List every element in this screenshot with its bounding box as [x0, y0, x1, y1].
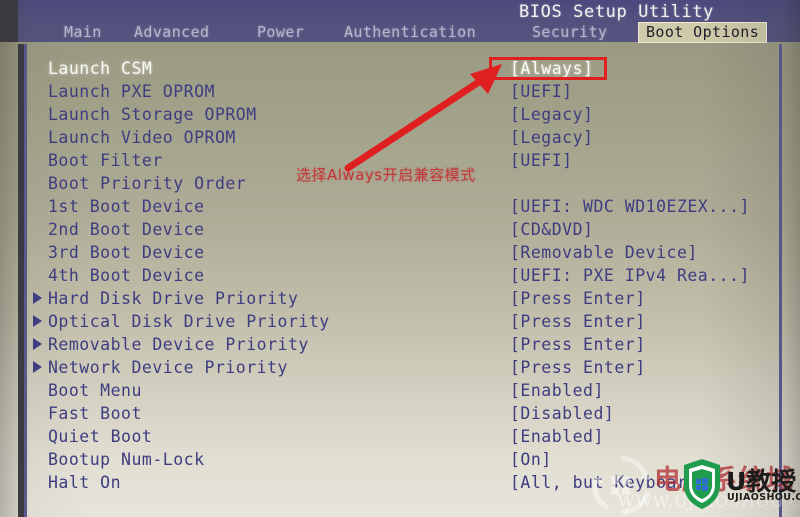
- setting-value[interactable]: [UEFI]: [510, 81, 573, 103]
- setting-value[interactable]: [UEFI: WDC WD10EZEX...]: [510, 196, 750, 218]
- setting-label: Launch Storage OPROM: [48, 105, 257, 124]
- setting-value[interactable]: [Press Enter]: [510, 334, 646, 356]
- setting-value[interactable]: [All, but Keyboard]: [510, 472, 708, 494]
- setting-value[interactable]: [Press Enter]: [510, 311, 646, 333]
- setting-label: Quiet Boot: [48, 427, 153, 446]
- setting-row[interactable]: Fast Boot [Disabled]: [0, 403, 800, 426]
- setting-value[interactable]: [UEFI: PXE IPv4 Rea...]: [510, 265, 750, 287]
- setting-row[interactable]: Boot Menu [Enabled]: [0, 380, 800, 403]
- setting-value[interactable]: [Press Enter]: [510, 357, 646, 379]
- setting-value[interactable]: [Disabled]: [510, 403, 614, 425]
- setting-row[interactable]: Launch CSM [Always]: [0, 58, 800, 81]
- submenu-triangle-icon: [33, 292, 42, 304]
- submenu-triangle-icon: [33, 338, 42, 350]
- setting-label: Launch CSM: [48, 59, 153, 78]
- watermark-brand-sub: UJIAOSHOU.COM: [727, 492, 800, 503]
- setting-value[interactable]: [CD&DVD]: [510, 219, 593, 241]
- settings-list: Launch CSM [Always] Launch PXE OPROM [UEFI]…: [0, 0, 800, 517]
- setting-row[interactable]: 3rd Boot Device [Removable Device]: [0, 242, 800, 265]
- setting-label: Launch PXE OPROM: [48, 82, 215, 101]
- bios-screen: BIOS Setup Utility Main Advanced Power Auth…: [0, 0, 800, 517]
- setting-row[interactable]: Quiet Boot [Enabled]: [0, 426, 800, 449]
- setting-label: Optical Disk Drive Priority: [48, 312, 330, 331]
- setting-label: Hard Disk Drive Priority: [48, 289, 299, 308]
- setting-value[interactable]: [UEFI]: [510, 150, 573, 172]
- setting-row[interactable]: Removable Device Priority [Press Enter]: [0, 334, 800, 357]
- setting-row[interactable]: 4th Boot Device [UEFI: PXE IPv4 Rea...]: [0, 265, 800, 288]
- setting-label: Boot Priority Order: [48, 174, 247, 193]
- setting-row[interactable]: Halt On [All, but Keyboard]: [0, 472, 800, 495]
- setting-value[interactable]: [Enabled]: [510, 426, 604, 448]
- setting-label: Halt On: [48, 473, 122, 492]
- setting-label: 4th Boot Device: [48, 266, 205, 285]
- setting-row[interactable]: Launch Storage OPROM [Legacy]: [0, 104, 800, 127]
- setting-label: Fast Boot: [48, 404, 142, 423]
- setting-value[interactable]: [On]: [510, 449, 552, 471]
- setting-value[interactable]: [Press Enter]: [510, 288, 646, 310]
- setting-row[interactable]: Network Device Priority [Press Enter]: [0, 357, 800, 380]
- setting-value[interactable]: [Enabled]: [510, 380, 604, 402]
- setting-row[interactable]: Bootup Num-Lock [On]: [0, 449, 800, 472]
- setting-value[interactable]: [Removable Device]: [510, 242, 698, 264]
- annotation-text: 选择Always开启兼容模式: [296, 166, 476, 184]
- setting-label: Boot Filter: [48, 151, 163, 170]
- setting-row[interactable]: 1st Boot Device [UEFI: WDC WD10EZEX...]: [0, 196, 800, 219]
- setting-value[interactable]: [Legacy]: [510, 104, 593, 126]
- annotation-highlight-box: [489, 57, 607, 80]
- setting-label: Boot Menu: [48, 381, 142, 400]
- shield-logo-icon: [684, 459, 720, 509]
- setting-label: Bootup Num-Lock: [48, 450, 205, 469]
- submenu-triangle-icon: [33, 361, 42, 373]
- submenu-triangle-icon: [33, 315, 42, 327]
- setting-label: 1st Boot Device: [48, 197, 205, 216]
- setting-label: 2nd Boot Device: [48, 220, 205, 239]
- setting-row[interactable]: 2nd Boot Device [CD&DVD]: [0, 219, 800, 242]
- setting-row[interactable]: Optical Disk Drive Priority [Press Enter]: [0, 311, 800, 334]
- setting-label: Network Device Priority: [48, 358, 288, 377]
- setting-row[interactable]: Launch Video OPROM [Legacy]: [0, 127, 800, 150]
- setting-value[interactable]: [Legacy]: [510, 127, 593, 149]
- setting-row[interactable]: Launch PXE OPROM [UEFI]: [0, 81, 800, 104]
- setting-row[interactable]: Hard Disk Drive Priority [Press Enter]: [0, 288, 800, 311]
- setting-label: 3rd Boot Device: [48, 243, 205, 262]
- setting-label: Launch Video OPROM: [48, 128, 236, 147]
- setting-label: Removable Device Priority: [48, 335, 309, 354]
